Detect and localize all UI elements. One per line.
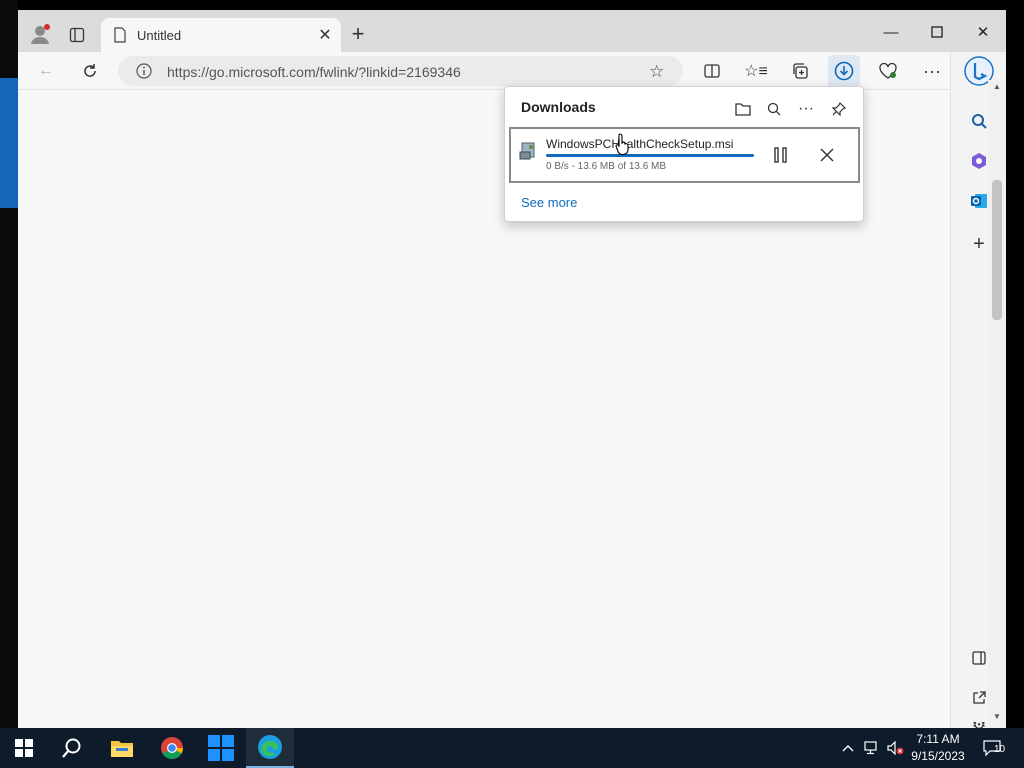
desktop-icon-area — [0, 78, 18, 208]
back-icon[interactable]: ← — [32, 57, 60, 85]
title-bar: Untitled ✕ + — ✕ — [18, 10, 1006, 52]
refresh-icon[interactable] — [76, 57, 104, 85]
start-button[interactable] — [0, 728, 48, 768]
cancel-download-button[interactable] — [813, 141, 841, 169]
tab-title: Untitled — [137, 28, 182, 43]
volume-muted-icon[interactable] — [886, 738, 906, 758]
tab-untitled[interactable]: Untitled ✕ — [101, 18, 341, 52]
downloads-title: Downloads — [521, 99, 596, 115]
clock-date[interactable]: 9/15/2023 — [906, 749, 970, 763]
collections-icon[interactable] — [786, 57, 814, 85]
scroll-up-arrow[interactable]: ▲ — [993, 82, 1001, 91]
clock-time[interactable]: 7:11 AM — [906, 732, 970, 746]
settings-more-icon[interactable]: ··· — [918, 57, 946, 85]
tab-actions-icon[interactable] — [66, 24, 88, 46]
search-downloads-icon[interactable] — [760, 95, 788, 123]
navigation-toolbar: ← https://go.microsoft.com/fwlink/?linki… — [18, 52, 1006, 90]
split-screen-icon[interactable] — [698, 57, 726, 85]
address-bar[interactable]: https://go.microsoft.com/fwlink/?linkid=… — [118, 56, 683, 86]
see-more-link[interactable]: See more — [521, 195, 577, 210]
downloads-flyout: Downloads ··· WindowsPCHealthCheckSetup.… — [504, 86, 864, 222]
chrome-icon[interactable] — [148, 728, 196, 768]
download-status: 0 B/s - 13.6 MB of 13.6 MB — [546, 161, 667, 172]
edge-taskbar-icon[interactable] — [246, 728, 294, 768]
new-tab-button[interactable]: + — [348, 21, 368, 46]
close-window-button[interactable]: ✕ — [960, 18, 1006, 46]
pause-download-button[interactable] — [767, 141, 795, 169]
browser-essentials-icon[interactable] — [874, 57, 902, 85]
profile-icon[interactable] — [28, 22, 52, 46]
windows-store-icon[interactable] — [197, 728, 245, 768]
minimize-button[interactable]: — — [868, 18, 914, 46]
page-scrollbar[interactable]: ▲ ▼ — [988, 80, 1006, 728]
close-tab-icon[interactable]: ✕ — [315, 25, 335, 45]
site-info-icon[interactable] — [136, 63, 152, 84]
installer-file-icon — [519, 141, 541, 165]
download-progress-fill — [546, 154, 754, 157]
notification-count: 10 — [994, 744, 1006, 755]
more-options-icon[interactable]: ··· — [792, 95, 820, 123]
url-text: https://go.microsoft.com/fwlink/?linkid=… — [167, 64, 461, 80]
scroll-down-arrow[interactable]: ▼ — [993, 712, 1001, 721]
download-filename[interactable]: WindowsPCHealthCheckSetup.msi — [546, 137, 733, 151]
favorite-star-icon[interactable]: ☆ — [649, 62, 664, 82]
taskbar-search-icon[interactable] — [48, 728, 96, 768]
maximize-button[interactable] — [914, 18, 960, 46]
pin-icon[interactable] — [825, 95, 853, 123]
taskbar: 7:11 AM 9/15/2023 10 — [0, 728, 1024, 768]
file-explorer-icon[interactable] — [98, 728, 146, 768]
download-item[interactable]: WindowsPCHealthCheckSetup.msi 0 B/s - 13… — [509, 127, 860, 183]
download-progress-bar — [546, 154, 754, 157]
favorites-icon[interactable]: ☆≡ — [742, 57, 770, 85]
page-icon — [113, 27, 127, 48]
network-icon[interactable] — [862, 738, 882, 758]
downloads-icon[interactable] — [828, 55, 860, 87]
show-hidden-icons-icon[interactable] — [838, 738, 858, 758]
mouse-cursor-icon — [615, 133, 631, 160]
scroll-thumb[interactable] — [992, 180, 1002, 320]
open-downloads-folder-icon[interactable] — [729, 95, 757, 123]
